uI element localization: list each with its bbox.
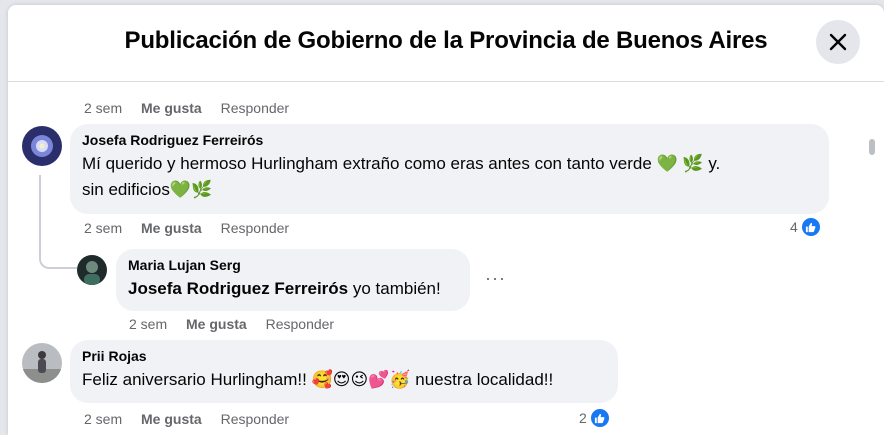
comments-list: 2 sem Me gusta Responder Josefa Rodrigue…	[8, 70, 884, 435]
reaction-count: 2	[579, 410, 587, 426]
like-button[interactable]: Me gusta	[141, 411, 202, 427]
face-emojis-icon: 🥰😍😉💕🥳	[311, 370, 411, 390]
close-button[interactable]	[816, 20, 860, 64]
comment-time[interactable]: 2 sem	[84, 220, 122, 236]
comment-time[interactable]: 2 sem	[84, 100, 122, 116]
mention-link[interactable]: Josefa Rodriguez Ferreirós	[128, 279, 348, 298]
comment-author[interactable]: Josefa Rodriguez Ferreirós	[82, 132, 817, 148]
avatar[interactable]	[22, 126, 62, 166]
comment-bubble: Prii Rojas Feliz aniversario Hurlingham!…	[70, 340, 618, 403]
previous-comment-actions: 2 sem Me gusta Responder	[84, 100, 304, 116]
avatar[interactable]	[77, 255, 107, 285]
reply-button[interactable]: Responder	[221, 411, 290, 427]
avatar[interactable]	[22, 343, 62, 383]
close-icon	[829, 33, 847, 51]
comment-actions: 2 sem Me gusta Responder	[84, 411, 304, 427]
herb-emoji-icon: 🌿	[682, 154, 704, 174]
reply-actions: 2 sem Me gusta Responder	[129, 316, 349, 332]
comment-actions: 2 sem Me gusta Responder	[84, 220, 304, 236]
comment-text-part: nuestra localidad!!	[410, 370, 554, 389]
comment-time[interactable]: 2 sem	[129, 316, 167, 332]
comment-text-part: sin edificios	[82, 180, 170, 199]
more-options-icon[interactable]: ···	[485, 268, 506, 289]
comment-text-part: y.	[703, 154, 721, 173]
reply-button[interactable]: Responder	[266, 316, 335, 332]
like-button[interactable]: Me gusta	[186, 316, 247, 332]
comment-bubble: Josefa Rodriguez Ferreirós Mí querido y …	[70, 124, 829, 214]
comment-text: Mí querido y hermoso Hurlingham extraño …	[82, 151, 817, 203]
reply-bubble: Maria Lujan Serg Josefa Rodriguez Ferrei…	[116, 249, 470, 311]
comment-text-part: yo también!	[348, 279, 441, 298]
post-modal: Publicación de Gobierno de la Provincia …	[8, 5, 884, 435]
comment-author[interactable]: Prii Rojas	[82, 348, 606, 364]
reply-button[interactable]: Responder	[221, 220, 290, 236]
like-button[interactable]: Me gusta	[141, 220, 202, 236]
like-reaction-icon	[588, 407, 611, 429]
scrollbar-thumb[interactable]	[869, 139, 875, 155]
person-avatar-icon	[22, 343, 62, 383]
reply-button[interactable]: Responder	[221, 100, 290, 116]
comment-text: Feliz aniversario Hurlingham!! 🥰😍😉💕🥳 nue…	[82, 367, 606, 393]
like-reaction-icon	[799, 216, 822, 238]
modal-title: Publicación de Gobierno de la Provincia …	[124, 27, 768, 54]
person-avatar-icon	[77, 255, 107, 285]
comment-author[interactable]: Maria Lujan Serg	[128, 257, 458, 273]
comment-time[interactable]: 2 sem	[84, 411, 122, 427]
green-heart-emoji-icon: 💚	[656, 154, 678, 174]
like-button[interactable]: Me gusta	[141, 100, 202, 116]
reaction-summary[interactable]: 4	[790, 216, 822, 238]
comment-text: Josefa Rodriguez Ferreirós yo también!	[128, 276, 458, 302]
comment-text-part: Feliz aniversario Hurlingham!!	[82, 370, 312, 389]
reaction-count: 4	[790, 219, 798, 235]
modal-header: Publicación de Gobierno de la Provincia …	[8, 5, 884, 82]
reaction-summary[interactable]: 2	[579, 407, 611, 429]
comment-text-part: Mí querido y hermoso Hurlingham extraño …	[82, 154, 657, 173]
flower-avatar-icon	[22, 126, 62, 166]
heart-herb-emoji-icon: 💚🌿	[169, 180, 213, 200]
